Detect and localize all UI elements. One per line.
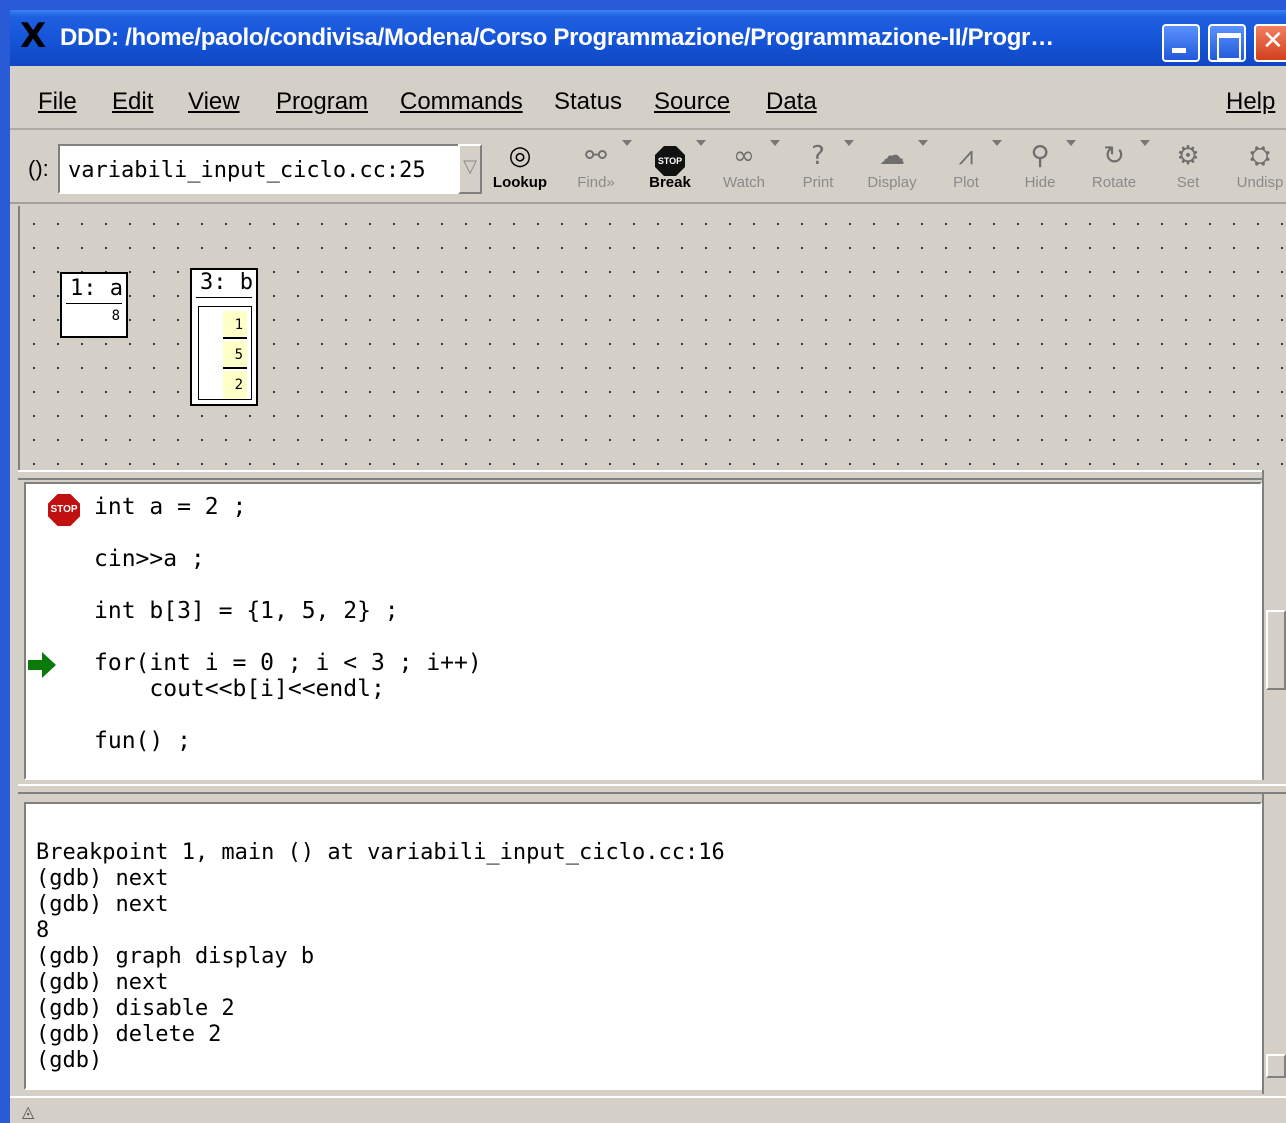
array-cell[interactable]: 5 — [223, 341, 247, 369]
dropdown-arrow-icon — [844, 140, 854, 146]
display-button[interactable]: ☁ Display — [856, 138, 928, 200]
argument-label: (): — [28, 156, 49, 181]
execution-arrow-icon[interactable] — [28, 652, 58, 678]
argument-dropdown-button[interactable]: ▽ — [458, 144, 482, 194]
menu-source[interactable]: Source — [654, 88, 730, 116]
dropdown-arrow-icon — [992, 140, 1002, 146]
x-logo-icon: X — [20, 16, 47, 56]
status-bar: ◬ — [10, 1096, 1286, 1123]
menu-edit[interactable]: Edit — [112, 88, 153, 116]
minimize-button[interactable] — [1162, 24, 1200, 62]
breakpoint-stop-icon[interactable]: STOP — [48, 494, 80, 526]
plot-button[interactable]: ⩘ Plot — [930, 138, 1002, 200]
gdb-console[interactable]: Breakpoint 1, main () at variabili_input… — [24, 802, 1262, 1090]
console-output[interactable]: Breakpoint 1, main () at variabili_input… — [36, 840, 725, 1074]
source-scrollbar[interactable] — [1262, 470, 1286, 780]
rotate-button[interactable]: ↻ Rotate — [1078, 138, 1150, 200]
argument-input[interactable]: variabili_input_ciclo.cc:25 — [58, 144, 460, 194]
find-button[interactable]: ⚯ Find» — [560, 138, 632, 200]
array-b: 1 5 2 — [198, 306, 252, 400]
source-line[interactable]: cin>>a ; — [94, 546, 205, 572]
hide-button[interactable]: ⚲ Hide — [1004, 138, 1076, 200]
pane-sash[interactable] — [18, 784, 1286, 794]
display-b[interactable]: 3: b 1 5 2 — [190, 268, 258, 406]
scrollbar-thumb[interactable] — [1266, 610, 1286, 690]
display-a-value: 8 — [111, 308, 120, 324]
menu-view[interactable]: View — [188, 88, 240, 116]
status-toggle-icon[interactable]: ◬ — [22, 1102, 34, 1121]
dropdown-arrow-icon — [918, 140, 928, 146]
source-line[interactable]: cout<<b[i]<<endl; — [94, 676, 384, 702]
array-cell[interactable]: 1 — [223, 311, 247, 339]
source-line[interactable]: int a = 2 ; — [94, 494, 246, 520]
source-line[interactable]: int b[3] = {1, 5, 2} ; — [94, 598, 399, 624]
close-button[interactable] — [1254, 24, 1286, 62]
menu-commands[interactable]: Commands — [400, 88, 523, 116]
console-scrollbar[interactable] — [1262, 794, 1286, 1094]
dropdown-arrow-icon — [696, 140, 706, 146]
menu-file[interactable]: File — [38, 88, 77, 116]
ddd-window: X DDD: /home/paolo/condivisa/Modena/Cors… — [10, 10, 1286, 1123]
array-cell[interactable]: 2 — [223, 371, 247, 399]
menu-help[interactable]: Help — [1226, 88, 1275, 116]
menu-program[interactable]: Program — [276, 88, 368, 116]
undisplay-icon: ⛭ — [1249, 141, 1271, 171]
source-line[interactable]: for(int i = 0 ; i < 3 ; i++) — [94, 650, 482, 676]
display-a-title: 1: a — [66, 274, 123, 304]
dropdown-arrow-icon — [1066, 140, 1076, 146]
print-button[interactable]: ? Print — [782, 138, 854, 200]
window-title: DDD: /home/paolo/condivisa/Modena/Corso … — [60, 24, 1054, 51]
menu-status[interactable]: Status — [554, 88, 622, 116]
undisplay-button[interactable]: ⛭ Undisp — [1224, 138, 1286, 200]
display-b-title: 3: b — [196, 270, 253, 298]
lookup-button[interactable]: ◎ Lookup — [484, 138, 556, 200]
lookup-icon: ◎ — [508, 141, 532, 171]
scrollbar-thumb[interactable] — [1266, 1054, 1286, 1078]
watch-button[interactable]: ∞ Watch — [708, 138, 780, 200]
set-button[interactable]: ⚙ Set — [1152, 138, 1224, 200]
dropdown-arrow-icon — [622, 140, 632, 146]
dropdown-arrow-icon — [770, 140, 780, 146]
dropdown-arrow-icon — [1140, 140, 1150, 146]
source-line[interactable]: fun() ; — [94, 728, 191, 754]
source-window[interactable]: STOP int a = 2 ; cin>>a ; int b[3] = {1,… — [24, 482, 1262, 780]
break-button[interactable]: STOP Break — [634, 138, 706, 200]
gears-icon: ⚙ — [1176, 141, 1200, 171]
title-bar[interactable]: X DDD: /home/paolo/condivisa/Modena/Cors… — [10, 10, 1286, 66]
data-display-area[interactable]: 1: a 8 3: b 1 5 2 — [18, 206, 1286, 470]
display-a[interactable]: 1: a 8 — [60, 272, 128, 338]
menu-data[interactable]: Data — [766, 88, 817, 116]
menu-bar: File Edit View Program Commands Status S… — [10, 68, 1286, 130]
toolbar: (): variabili_input_ciclo.cc:25 ▽ ◎ Look… — [10, 132, 1286, 204]
maximize-button[interactable] — [1208, 24, 1246, 62]
pane-sash[interactable] — [18, 470, 1286, 480]
